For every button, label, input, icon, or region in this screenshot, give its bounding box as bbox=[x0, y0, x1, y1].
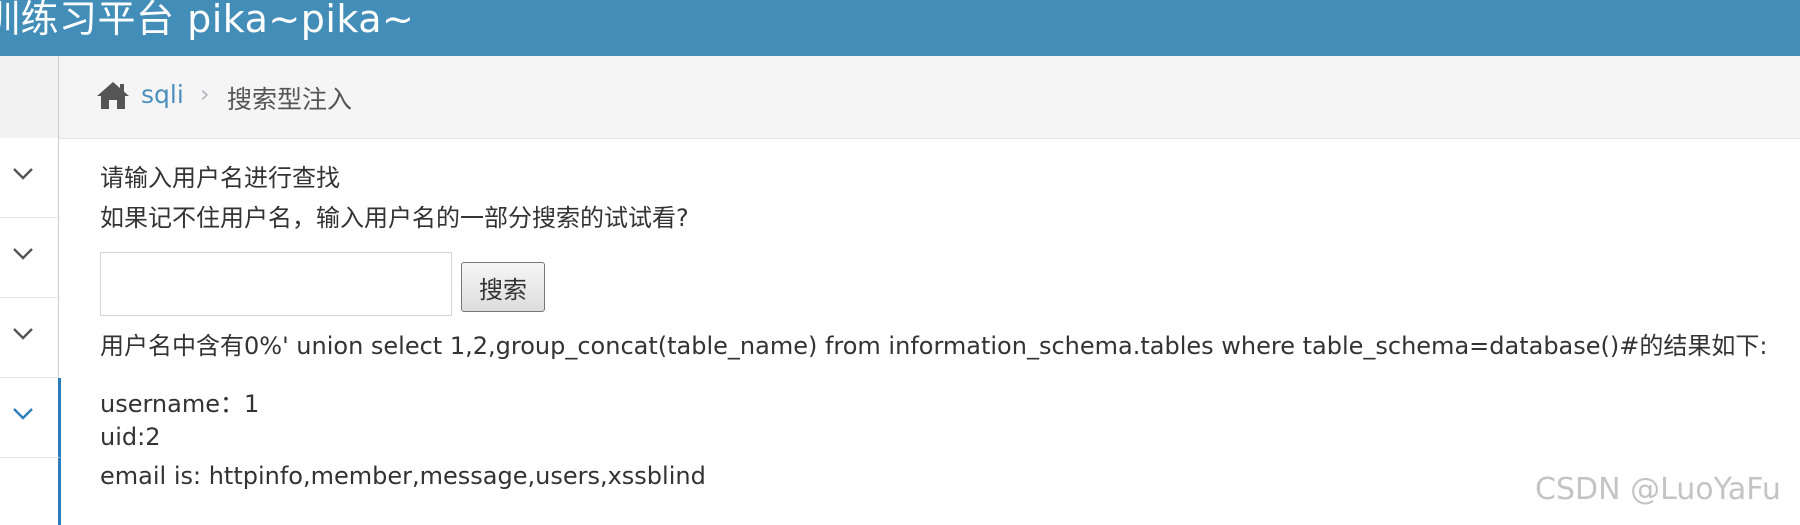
chevron-down-icon bbox=[13, 408, 33, 420]
chevron-down-icon bbox=[13, 248, 33, 260]
result-header: 用户名中含有0%' union select 1,2,group_concat(… bbox=[100, 332, 1768, 360]
chevron-down-icon bbox=[13, 328, 33, 340]
prompt-line-2: 如果记不住用户名，输入用户名的一部分搜索的试试看? bbox=[100, 204, 689, 232]
top-navbar: 训练习平台 pika~pika~ bbox=[0, 0, 1800, 56]
sidebar-item-3[interactable] bbox=[0, 298, 58, 378]
breadcrumb: sqli › 搜索型注入 bbox=[59, 56, 1800, 139]
sidebar-submenu bbox=[0, 458, 61, 525]
chevron-down-icon bbox=[13, 168, 33, 180]
search-input[interactable] bbox=[100, 252, 452, 316]
breadcrumb-current: 搜索型注入 bbox=[227, 85, 353, 114]
brand-title[interactable]: 训练习平台 pika~pika~ bbox=[0, 0, 414, 43]
watermark: CSDN @LuoYaFu bbox=[1535, 472, 1781, 507]
sidebar-item-4-active[interactable] bbox=[0, 378, 61, 458]
sidebar-item-1[interactable] bbox=[0, 138, 58, 218]
search-button[interactable]: 搜索 bbox=[461, 262, 545, 312]
breadcrumb-link-sqli[interactable]: sqli bbox=[141, 80, 184, 109]
result-email: email is: httpinfo,member,message,users,… bbox=[100, 462, 706, 490]
sidebar-shortcuts bbox=[0, 56, 58, 139]
sidebar-item-2[interactable] bbox=[0, 218, 58, 298]
result-username: username：1 bbox=[100, 390, 260, 418]
breadcrumb-separator: › bbox=[200, 80, 210, 108]
prompt-line-1: 请输入用户名进行查找 bbox=[100, 164, 340, 192]
sidebar bbox=[0, 56, 61, 525]
result-uid: uid:2 bbox=[100, 423, 161, 451]
home-icon[interactable] bbox=[95, 80, 131, 110]
